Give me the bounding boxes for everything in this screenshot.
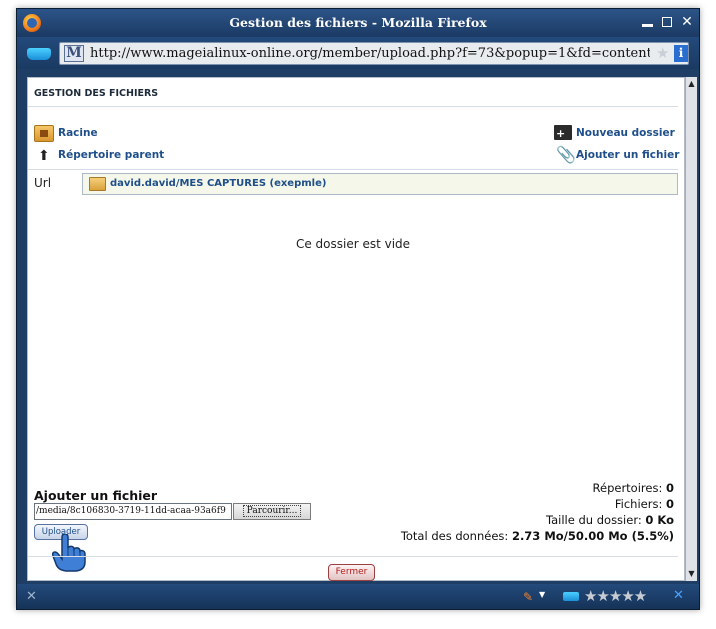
new-folder-link[interactable]: Nouveau dossier (576, 127, 675, 139)
site-favicon-icon: M (64, 45, 84, 62)
divider (28, 169, 678, 170)
navigation-bar: M http://www.mageialinux-online.org/memb… (17, 37, 699, 69)
folder-stats: Répertoires: 0 Fichiers: 0 Taille du dos… (401, 480, 674, 544)
total-data-value: 2.73 Mo/50.00 Mo (5.5%) (511, 529, 674, 543)
new-folder-icon[interactable] (554, 125, 572, 140)
vertical-scrollbar[interactable]: ▲ ▼ (685, 77, 697, 581)
folder-size-value: 0 Ko (645, 513, 674, 527)
add-file-link[interactable]: Ajouter un fichier (576, 149, 679, 161)
maximize-button[interactable] (659, 14, 675, 30)
address-bar[interactable]: M http://www.mageialinux-online.org/memb… (59, 42, 689, 65)
minimize-button[interactable] (639, 14, 655, 30)
path-link[interactable]: david.david/MES CAPTURES (exepmle) (110, 178, 326, 189)
dropdown-arrow-icon[interactable]: ▼ (539, 590, 545, 599)
screen-icon[interactable] (563, 592, 579, 601)
paperclip-icon[interactable]: 📎 (556, 146, 576, 164)
window-title: Gestion des fichiers - Mozilla Firefox (229, 15, 487, 30)
info-icon[interactable]: i (674, 45, 688, 62)
up-arrow-icon[interactable]: ⬆ (38, 149, 52, 163)
url-label: Url (34, 176, 52, 190)
status-bar: ✕ ✎ ▼ ★★★★★ ✕ (17, 584, 699, 609)
add-file-title: Ajouter un fichier (34, 488, 158, 503)
files-value: 0 (665, 497, 674, 511)
title-bar: Gestion des fichiers - Mozilla Firefox ✕ (17, 9, 699, 37)
empty-folder-message: Ce dossier est vide (295, 237, 411, 251)
close-window-button[interactable]: ✕ (679, 14, 695, 30)
directories-label: Répertoires: (592, 481, 663, 495)
folder-icon (89, 177, 106, 191)
close-button[interactable]: Fermer (328, 564, 375, 581)
folder-size-label: Taille du dossier: (546, 513, 642, 527)
bookmark-star-icon[interactable]: ★ (656, 45, 672, 61)
path-box: david.david/MES CAPTURES (exepmle) (82, 173, 678, 195)
url-text[interactable]: http://www.mageialinux-online.org/member… (90, 46, 650, 61)
scroll-down-arrow-icon[interactable]: ▼ (686, 568, 697, 580)
hand-cursor-icon (52, 534, 86, 572)
total-data-label: Total des données: (400, 529, 509, 543)
total-data-row: Total des données: 2.73 Mo/50.00 Mo (5.5… (401, 528, 674, 544)
close-statusbar-icon[interactable]: ✕ (26, 589, 37, 604)
divider (28, 106, 678, 107)
browse-button-label: Parcourir... (242, 505, 302, 517)
page-content: GESTION DES FICHIERS Racine ⬆ Répertoire… (27, 77, 685, 581)
parent-directory-link[interactable]: Répertoire parent (58, 149, 164, 161)
file-path-input[interactable]: /media/8c106830-3719-11dd-acaa-93a6f9 (34, 503, 232, 520)
rating-stars-icon[interactable]: ★★★★★ (584, 587, 647, 605)
root-link[interactable]: Racine (58, 127, 98, 139)
maximize-icon (662, 17, 672, 27)
screen-icon[interactable] (27, 48, 51, 60)
files-label: Fichiers: (614, 497, 663, 511)
home-folder-icon[interactable] (34, 125, 54, 142)
files-row: Fichiers: 0 (401, 496, 674, 512)
divider (28, 556, 678, 557)
browse-button[interactable]: Parcourir... (233, 503, 311, 520)
folder-size-row: Taille du dossier: 0 Ko (401, 512, 674, 528)
directories-value: 0 (665, 481, 674, 495)
x-logo-icon[interactable]: ✕ (673, 588, 684, 603)
browser-window: Gestion des fichiers - Mozilla Firefox ✕… (16, 8, 700, 610)
scroll-up-arrow-icon[interactable]: ▲ (686, 78, 697, 90)
directories-row: Répertoires: 0 (401, 480, 674, 496)
minimize-icon (642, 24, 653, 27)
page-title: GESTION DES FICHIERS (34, 88, 159, 99)
